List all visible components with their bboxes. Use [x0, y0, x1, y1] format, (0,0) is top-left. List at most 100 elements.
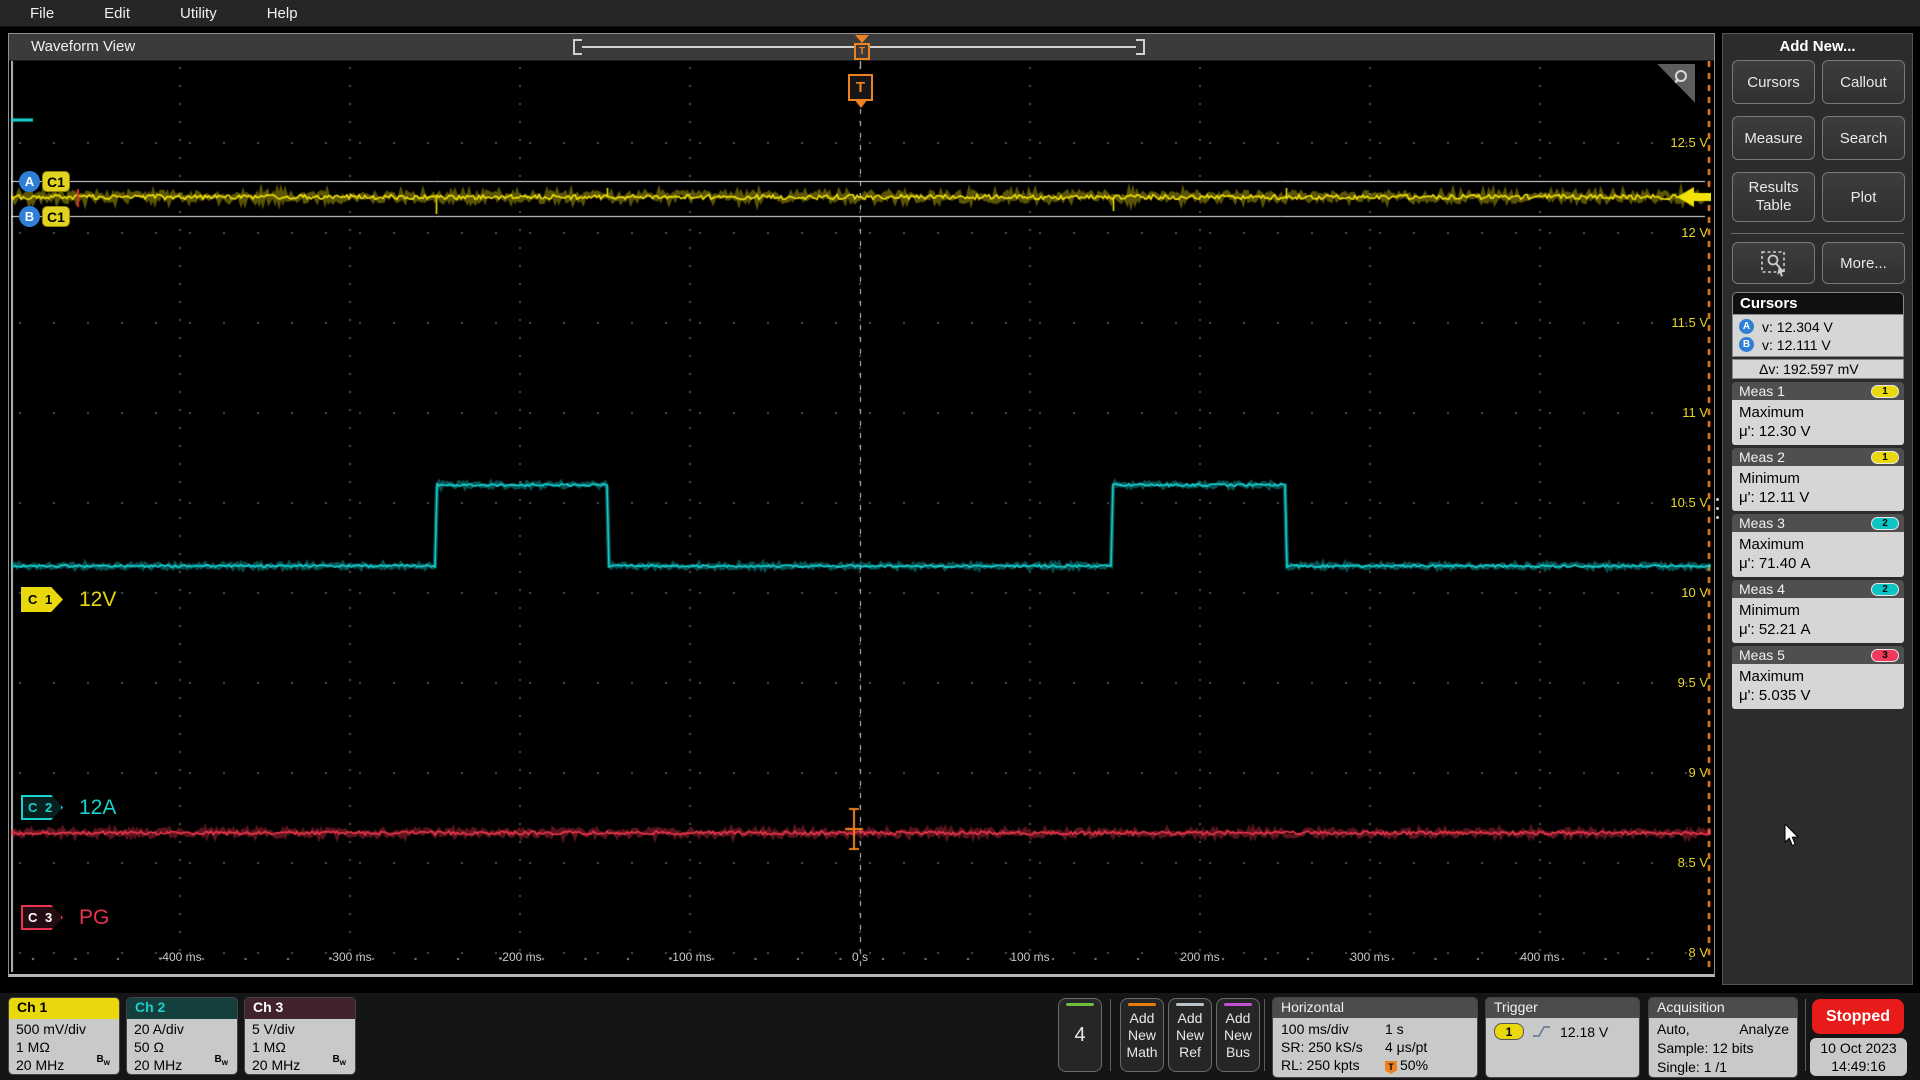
add-callout-button[interactable]: Callout [1822, 60, 1905, 104]
meas-3-value: μ': 71.40 A [1739, 554, 1897, 573]
y-tick-label: 9.5 V [1648, 675, 1708, 690]
meas-2-title: Meas 2 [1739, 449, 1785, 465]
record-length: RL: 250 kpts [1281, 1056, 1385, 1074]
add-new-ref-button[interactable]: Add New Ref [1168, 998, 1212, 1072]
add-cursors-button[interactable]: Cursors [1732, 60, 1815, 104]
channel-1-flag[interactable]: C 1 12V [21, 587, 116, 612]
zoom-select-button[interactable] [1732, 242, 1815, 284]
cursors-readout-panel[interactable]: Cursors A v: 12.304 V B v: 12.111 V Δv: … [1732, 292, 1904, 379]
cursor-b-value: v: 12.111 V [1762, 337, 1831, 353]
add-measure-button[interactable]: Measure [1732, 116, 1815, 160]
add-new-math-button[interactable]: Add New Math [1120, 998, 1164, 1072]
math-color-stripe [1128, 1003, 1156, 1006]
y-tick-label: 12 V [1648, 225, 1708, 240]
y-tick-label: 9 V [1648, 765, 1708, 780]
add-search-button[interactable]: Search [1822, 116, 1905, 160]
bw-limit-icon: Bw [97, 1051, 110, 1072]
c2-flag-icon[interactable]: C 2 [21, 795, 63, 820]
trigger-position-flag[interactable]: T [848, 74, 873, 101]
menu-file[interactable]: File [30, 5, 54, 22]
c3-flag-icon[interactable]: C 3 [21, 905, 63, 930]
ch2-scale: 20 A/div [134, 1020, 230, 1038]
meas-5-value: μ': 5.035 V [1739, 686, 1897, 705]
waveform-view-title: Waveform View [31, 38, 135, 55]
meas-1-type: Maximum [1739, 403, 1897, 422]
acquisition-single: Single: 1 /1 [1657, 1058, 1789, 1077]
channel-2-flag[interactable]: C 2 12A [21, 795, 116, 820]
ruler-right-bracket [1136, 39, 1145, 55]
meas-2-card[interactable]: Meas 2 1 Minimum μ': 12.11 V [1732, 448, 1904, 511]
meas-5-type: Maximum [1739, 667, 1897, 686]
acquisition-sample: Sample: 12 bits [1657, 1039, 1789, 1058]
cursor-a-value: v: 12.304 V [1762, 319, 1833, 335]
cursor-b-channel: C1 [42, 206, 70, 227]
acquisition-panel[interactable]: Acquisition Auto, Analyze Sample: 12 bit… [1648, 997, 1798, 1078]
ch4-color-stripe [1066, 1003, 1094, 1006]
waveform-canvas[interactable] [11, 61, 1711, 972]
ruler-trigger-marker[interactable]: T [854, 35, 870, 61]
mouse-pointer-icon [1784, 824, 1806, 848]
zoom-select-icon [1759, 249, 1789, 277]
cursor-b-row: B v: 12.111 V [1739, 336, 1903, 353]
datetime-display: 10 Oct 2023 14:49:16 [1810, 1038, 1907, 1076]
settings-bar: Ch 1 500 mV/div 1 MΩ 20 MHz Bw Ch 2 20 A… [0, 993, 1920, 1080]
horizontal-scale: 100 ms/div [1281, 1020, 1385, 1038]
ch1-scale: 500 mV/div [16, 1020, 112, 1038]
meas-4-source-badge: 2 [1871, 583, 1899, 596]
cursor-a-row: A v: 12.304 V [1739, 318, 1903, 335]
menu-edit[interactable]: Edit [104, 5, 130, 22]
x-tick-label: 200 ms [1165, 950, 1235, 964]
c2-label: 12A [79, 796, 116, 820]
menu-help[interactable]: Help [267, 5, 298, 22]
ref-color-stripe [1176, 1003, 1204, 1006]
meas-3-card[interactable]: Meas 3 2 Maximum μ': 71.40 A [1732, 514, 1904, 577]
add-plot-button[interactable]: Plot [1822, 172, 1905, 222]
y-tick-label: 11.5 V [1648, 315, 1708, 330]
horizontal-panel[interactable]: Horizontal 100 ms/div 1 s SR: 250 kS/s 4… [1272, 997, 1478, 1078]
acquisition-status-badge[interactable]: Stopped [1812, 999, 1904, 1034]
add-channel-4-button[interactable]: 4 [1058, 998, 1102, 1072]
x-tick-label: 100 ms [995, 950, 1065, 964]
more-button[interactable]: More... [1822, 242, 1905, 284]
meas-1-card[interactable]: Meas 1 1 Maximum μ': 12.30 V [1732, 382, 1904, 445]
bw-limit-icon: Bw [215, 1051, 228, 1072]
meas-3-title: Meas 3 [1739, 515, 1785, 531]
cursor-a-badge[interactable]: A C1 [19, 170, 70, 192]
bw-limit-icon: Bw [333, 1051, 346, 1072]
trigger-panel[interactable]: Trigger 1 12.18 V [1485, 997, 1640, 1078]
trigger-triangle-icon [855, 35, 869, 43]
ch2-badge[interactable]: Ch 2 20 A/div 50 Ω 20 MHz Bw [126, 997, 238, 1075]
sample-rate: SR: 250 kS/s [1281, 1038, 1385, 1056]
x-tick-label: 300 ms [1335, 950, 1405, 964]
oscilloscope-screen: { "menu": { "items": ["File", "Edit", "U… [0, 0, 1920, 1080]
meas-3-type: Maximum [1739, 535, 1897, 554]
c1-flag-icon[interactable]: C 1 [21, 587, 63, 612]
menu-utility[interactable]: Utility [180, 5, 217, 22]
ch2-name: Ch 2 [127, 998, 237, 1019]
graticule[interactable]: T 12.5 V 12 V 11.5 V 11 V 10.5 V 10 V 9.… [11, 61, 1711, 972]
ch1-badge[interactable]: Ch 1 500 mV/div 1 MΩ 20 MHz Bw [8, 997, 120, 1075]
ch1-name: Ch 1 [9, 998, 119, 1019]
divider [1805, 999, 1806, 1071]
y-tick-label: 11 V [1648, 405, 1708, 420]
add-new-bus-button[interactable]: Add New Bus [1216, 998, 1260, 1072]
bus-color-stripe [1224, 1003, 1252, 1006]
time-value: 14:49:16 [1810, 1057, 1907, 1075]
x-tick-label: 400 ms [1505, 950, 1575, 964]
meas-1-title: Meas 1 [1739, 383, 1785, 399]
divider [1110, 999, 1111, 1071]
sample-resolution: 4 μs/pt [1385, 1038, 1427, 1056]
add-results-table-button[interactable]: Results Table [1732, 172, 1815, 222]
x-tick-label: -300 ms [315, 950, 385, 964]
y-tick-label: 8.5 V [1648, 855, 1708, 870]
ch3-badge[interactable]: Ch 3 5 V/div 1 MΩ 20 MHz Bw [244, 997, 356, 1075]
channel-3-flag[interactable]: C 3 PG [21, 905, 109, 930]
divider [1264, 999, 1265, 1071]
cursor-b-icon: B [1739, 337, 1754, 352]
ch3-name: Ch 3 [245, 998, 355, 1019]
cursor-b-badge[interactable]: B C1 [19, 205, 70, 227]
meas-4-card[interactable]: Meas 4 2 Minimum μ': 52.21 A [1732, 580, 1904, 643]
x-tick-label: 0 s [825, 950, 895, 964]
panel-splitter-handle[interactable] [1716, 498, 1719, 525]
meas-5-card[interactable]: Meas 5 3 Maximum μ': 5.035 V [1732, 646, 1904, 709]
